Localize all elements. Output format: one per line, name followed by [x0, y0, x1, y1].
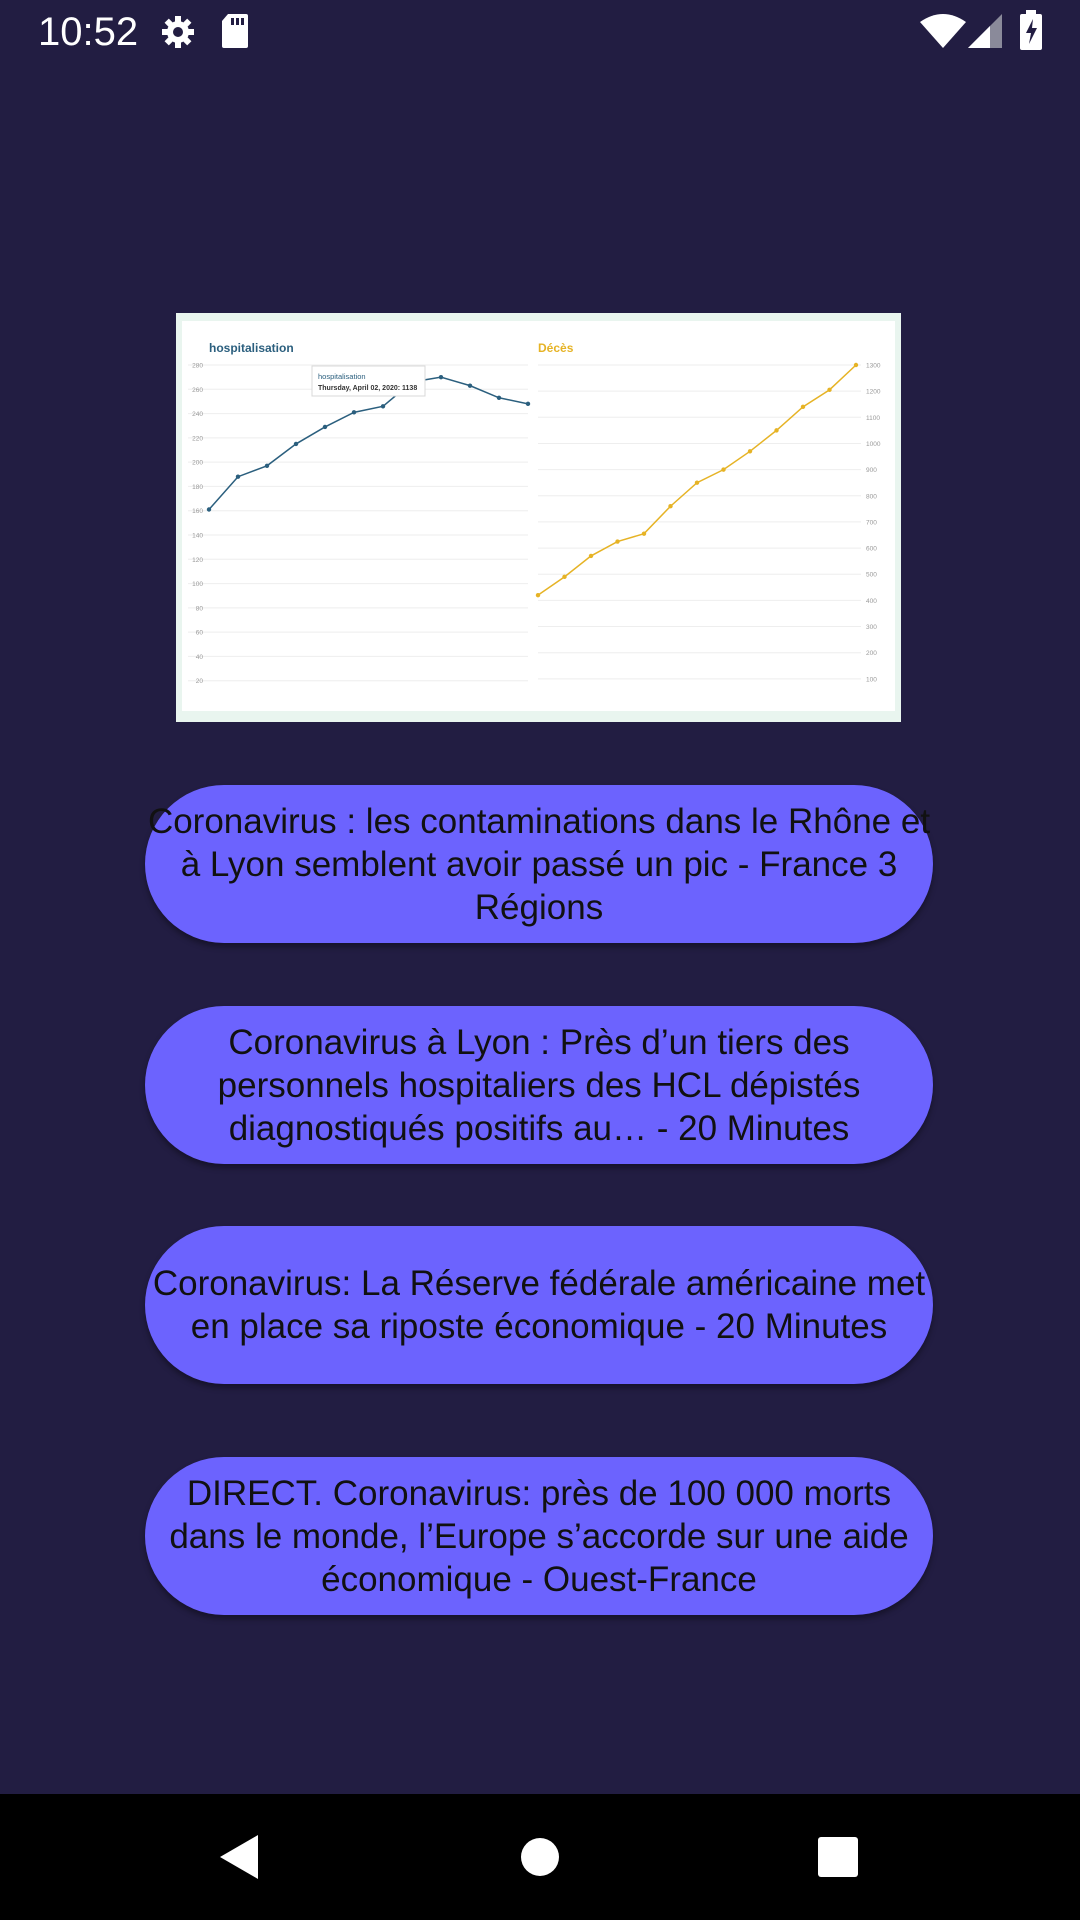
deces-tick-label: 1100	[866, 415, 880, 422]
hosp-data-point	[380, 404, 386, 409]
hosp-tick-label: 160	[192, 508, 203, 515]
gear-icon	[160, 12, 196, 57]
deces-tick-label: 100	[866, 676, 877, 683]
hosp-tick-label: 240	[192, 411, 203, 418]
hosp-data-point	[235, 474, 241, 479]
chart-title-deces: Décès	[538, 341, 574, 355]
hosp-data-point	[322, 424, 328, 430]
article-button-1[interactable]: Coronavirus : les contaminations dans le…	[145, 785, 933, 943]
hosp-tick-label: 280	[192, 363, 203, 370]
deces-tick-label: 800	[866, 493, 877, 500]
hosp-data-point	[293, 441, 299, 447]
sd-card-icon	[220, 12, 250, 55]
deces-data-point	[827, 387, 832, 393]
wifi-icon	[920, 14, 966, 53]
deces-tick-label: 1200	[866, 389, 881, 396]
deces-data-point	[535, 592, 541, 598]
deces-tick-label: 200	[866, 650, 877, 657]
home-icon[interactable]	[500, 1822, 580, 1892]
deces-tick-label: 600	[866, 546, 877, 553]
deces-tick-label: 1000	[866, 441, 881, 448]
chart-tooltip: hospitalisation Thursday, April 02, 2020…	[311, 365, 426, 397]
hosp-tick-label: 180	[192, 484, 203, 491]
deces-data-point	[694, 480, 700, 485]
hosp-data-point	[467, 383, 473, 388]
hosp-tick-label: 60	[196, 630, 204, 637]
deces-data-point	[562, 574, 567, 580]
article-button-4[interactable]: DIRECT. Coronavirus: près de 100 000 mor…	[145, 1457, 933, 1615]
status-time: 10:52	[38, 10, 139, 54]
hosp-data-point	[525, 401, 531, 407]
status-bar: 10:52	[0, 0, 1080, 64]
hosp-data-point	[496, 395, 502, 400]
deces-tick-label: 1300	[866, 363, 881, 370]
hosp-tick-label: 140	[192, 533, 203, 540]
article-label-4: DIRECT. Coronavirus: près de 100 000 mor…	[169, 1473, 909, 1599]
deces-data-point	[800, 404, 806, 410]
deces-data-point	[721, 467, 726, 472]
deces-data-point	[668, 504, 673, 509]
hosp-tick-label: 260	[192, 387, 203, 394]
deces-data-point	[774, 428, 779, 433]
article-label-2: Coronavirus à Lyon : Près d’un tiers des…	[217, 1022, 861, 1148]
hosp-data-point	[206, 507, 212, 512]
hosp-tick-label: 20	[196, 678, 204, 685]
tooltip-title: hospitalisation	[318, 372, 366, 381]
article-button-3[interactable]: Coronavirus: La Réserve fédérale américa…	[145, 1226, 933, 1384]
chart-image: 20 40 60 80 100 120 140 160 180 200 220 240 260 280 1…	[176, 313, 901, 722]
signal-icon	[968, 14, 1002, 53]
deces-tick-label: 300	[866, 624, 877, 631]
tooltip-text: Thursday, April 02, 2020: 1138	[318, 385, 417, 392]
deces-data-point	[641, 531, 647, 536]
hosp-data-point	[351, 410, 357, 415]
back-icon[interactable]	[200, 1822, 280, 1892]
hosp-data-point	[264, 463, 270, 468]
battery-charging-icon	[1018, 10, 1044, 55]
hosp-data-point	[438, 374, 444, 380]
hosp-tick-label: 80	[196, 605, 204, 612]
deces-data-point	[853, 362, 859, 368]
article-label-3: Coronavirus: La Réserve fédérale américa…	[152, 1264, 926, 1346]
deces-tick-label: 700	[866, 519, 877, 526]
hosp-tick-label: 100	[192, 581, 203, 588]
navigation-bar	[0, 1794, 1080, 1920]
chart-title-hospitalisation: hospitalisation	[209, 341, 294, 355]
deces-data-point	[747, 449, 753, 454]
hosp-tick-label: 220	[192, 435, 203, 442]
deces-tick-label: 500	[866, 572, 877, 579]
hosp-tick-label: 120	[192, 557, 203, 564]
hosp-tick-label: 40	[196, 654, 204, 661]
chart-canvas: 20 40 60 80 100 120 140 160 180 200 220 240 260 280 1…	[182, 321, 895, 722]
recents-icon[interactable]	[798, 1822, 878, 1892]
article-label-1: Coronavirus : les contaminations dans le…	[147, 801, 931, 927]
article-button-2[interactable]: Coronavirus à Lyon : Près d’un tiers des…	[145, 1006, 933, 1164]
deces-data-point	[588, 553, 594, 559]
deces-data-point	[615, 539, 620, 544]
hosp-tick-label: 200	[192, 460, 203, 467]
deces-tick-label: 400	[866, 598, 877, 605]
deces-tick-label: 900	[866, 467, 877, 474]
